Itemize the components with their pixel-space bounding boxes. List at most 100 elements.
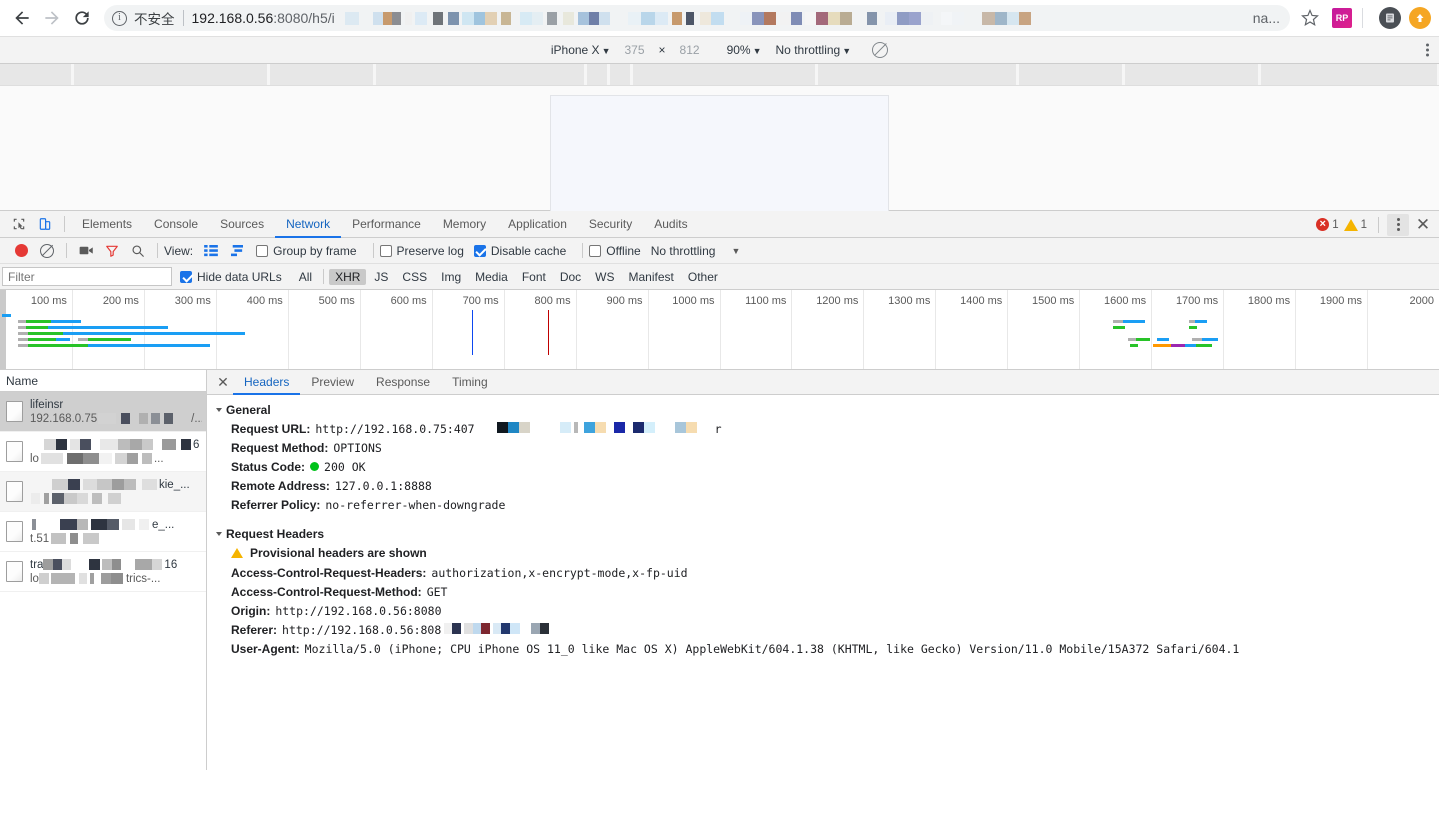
bookmark-item[interactable]	[0, 64, 73, 85]
disable-cache-checkbox[interactable]: Disable cache	[473, 244, 566, 258]
error-count-badge[interactable]: × 1	[1316, 218, 1339, 231]
bookmark-item[interactable]	[609, 64, 632, 85]
bookmark-item[interactable]	[1019, 64, 1125, 85]
group-by-frame-checkbox[interactable]: Group by frame	[256, 244, 357, 258]
capture-screenshots-icon[interactable]	[73, 238, 99, 264]
filter-type-media[interactable]: Media	[469, 269, 514, 285]
device-height-input[interactable]: 812	[680, 43, 700, 57]
view-waterfall-icon[interactable]	[224, 238, 250, 264]
detail-tab-timing[interactable]: Timing	[441, 370, 499, 395]
tab-performance[interactable]: Performance	[341, 211, 432, 238]
bookmark-star-icon[interactable]	[1296, 4, 1324, 32]
profile-icon[interactable]	[1379, 7, 1401, 29]
request-headers-section-title[interactable]: Request Headers	[207, 525, 1439, 543]
preserve-log-checkbox[interactable]: Preserve log	[379, 244, 464, 258]
filter-type-css[interactable]: CSS	[396, 269, 433, 285]
redacted-block	[56, 439, 67, 450]
detail-tab-response[interactable]: Response	[365, 370, 441, 395]
filter-type-doc[interactable]: Doc	[554, 269, 587, 285]
warning-count-badge[interactable]: 1	[1343, 218, 1367, 231]
detail-tab-preview[interactable]: Preview	[300, 370, 365, 395]
zoom-selector[interactable]: 90% ▼	[727, 43, 762, 57]
close-devtools-icon[interactable]: ✕	[1411, 213, 1435, 237]
device-width-input[interactable]: 375	[624, 43, 644, 57]
reload-button[interactable]	[68, 4, 96, 32]
bookmark-item[interactable]	[818, 64, 1019, 85]
redacted-block	[122, 519, 135, 530]
clear-button[interactable]	[34, 238, 60, 264]
device-toolbar-menu-icon[interactable]	[1426, 42, 1429, 59]
request-list-item[interactable]: kie_...	[0, 472, 206, 512]
extension-icon-rp[interactable]: RP	[1332, 8, 1352, 28]
filter-input[interactable]	[2, 267, 172, 286]
header-row: Referer: http://192.168.0.56:808	[207, 620, 1439, 639]
request-path-line: 192.168.0.75 /...	[30, 412, 202, 425]
toggle-device-toolbar-icon[interactable]	[32, 212, 58, 236]
general-section-title[interactable]: General	[207, 401, 1439, 419]
filter-type-all[interactable]: All	[293, 269, 318, 285]
device-selector[interactable]: iPhone X ▼	[551, 43, 611, 57]
filter-icon[interactable]	[99, 238, 125, 264]
update-icon[interactable]	[1409, 7, 1431, 29]
search-icon[interactable]	[125, 238, 151, 264]
checkbox-box	[379, 244, 392, 257]
disclosure-triangle-icon	[216, 532, 222, 536]
filter-type-xhr[interactable]: XHR	[329, 268, 367, 285]
request-list-item[interactable]: 6 lo...	[0, 432, 206, 472]
inspect-element-icon[interactable]	[6, 212, 32, 236]
emulated-page-content[interactable]	[550, 95, 889, 219]
throttling-selector[interactable]: No throttling ▼	[776, 43, 852, 57]
bookmark-item[interactable]	[269, 64, 375, 85]
filter-type-img[interactable]: Img	[435, 269, 467, 285]
no-throttle-icon[interactable]	[872, 42, 889, 58]
timeline-tick-label: 900 ms	[606, 295, 643, 307]
bookmark-item[interactable]	[1125, 64, 1261, 85]
request-list-item[interactable]: tra 16 lo trics-...	[0, 552, 206, 592]
redacted-block	[496, 421, 508, 433]
network-throttling-value[interactable]: No throttling	[651, 244, 716, 258]
timeline-request-bar	[1171, 344, 1185, 347]
devtools-menu-icon[interactable]	[1387, 213, 1409, 236]
timeline-tick-label: 600 ms	[390, 295, 427, 307]
network-timeline-overview[interactable]: 100 ms 200 ms 300 ms 400 ms 500 ms 600 ms 700 …	[0, 290, 1439, 370]
bookmark-item[interactable]	[632, 64, 818, 85]
redacted-block	[130, 439, 142, 450]
tab-elements[interactable]: Elements	[71, 211, 143, 238]
chevron-down-icon: ▼	[842, 46, 852, 56]
view-list-icon[interactable]	[198, 238, 224, 264]
redacted-block	[493, 622, 502, 634]
filter-type-ws[interactable]: WS	[589, 269, 620, 285]
forward-button[interactable]	[38, 4, 66, 32]
timeline-tick-label: 2000	[1409, 295, 1434, 307]
request-list[interactable]: Name lifeinsr192.168.0.75 /... 6lo... kie_…	[0, 370, 207, 770]
tab-memory[interactable]: Memory	[432, 211, 497, 238]
request-list-item[interactable]: e_... t.51	[0, 512, 206, 552]
tab-network[interactable]: Network	[275, 211, 341, 238]
request-list-item[interactable]: lifeinsr192.168.0.75 /...	[0, 392, 206, 432]
address-bar[interactable]: i 不安全 192.168.0.56:8080/h5/i na...	[104, 5, 1290, 31]
bookmark-item[interactable]	[586, 64, 609, 85]
tab-security[interactable]: Security	[578, 211, 643, 238]
filter-type-font[interactable]: Font	[516, 269, 552, 285]
close-detail-icon[interactable]: ✕	[213, 372, 233, 392]
tab-sources[interactable]: Sources	[209, 211, 275, 238]
site-info-icon[interactable]: i	[112, 10, 127, 26]
redacted-block	[181, 439, 191, 450]
back-button[interactable]	[8, 4, 36, 32]
redacted-block	[164, 413, 174, 424]
tab-console[interactable]: Console	[143, 211, 209, 238]
tab-audits[interactable]: Audits	[643, 211, 698, 238]
redacted-block	[53, 559, 63, 570]
detail-tab-headers[interactable]: Headers	[233, 370, 300, 395]
offline-checkbox[interactable]: Offline	[589, 244, 641, 258]
bookmark-item[interactable]	[375, 64, 586, 85]
bookmark-item[interactable]	[1261, 64, 1439, 85]
bookmark-item[interactable]	[73, 64, 269, 85]
filter-type-js[interactable]: JS	[368, 269, 394, 285]
record-button[interactable]	[8, 238, 34, 264]
tab-application[interactable]: Application	[497, 211, 578, 238]
filter-type-manifest[interactable]: Manifest	[623, 269, 680, 285]
chevron-down-icon[interactable]: ▼	[731, 246, 740, 256]
hide-data-urls-checkbox[interactable]: Hide data URLs	[180, 270, 282, 284]
filter-type-other[interactable]: Other	[682, 269, 724, 285]
